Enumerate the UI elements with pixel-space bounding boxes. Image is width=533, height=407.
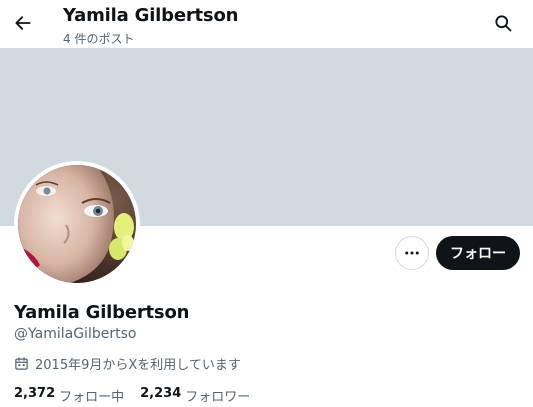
- display-name: Yamila Gilbertson: [14, 302, 190, 323]
- more-options-button[interactable]: [395, 236, 429, 270]
- followers-link[interactable]: 2,234 フォロワー: [140, 386, 250, 405]
- followers-count: 2,234: [140, 386, 182, 401]
- follow-stats: 2,372 フォロー中 2,234 フォロワー: [14, 386, 250, 405]
- top-bar: Yamila Gilbertson 4 件のポスト: [0, 0, 533, 48]
- page-title: Yamila Gilbertson: [63, 5, 239, 26]
- post-count: 4 件のポスト: [63, 32, 135, 46]
- avatar[interactable]: [14, 161, 140, 287]
- following-link[interactable]: 2,372 フォロー中: [14, 386, 124, 405]
- join-date: 2015年9月からXを利用しています: [14, 354, 241, 373]
- follow-button[interactable]: フォロー: [436, 236, 520, 270]
- user-handle: @YamilaGilbertso: [14, 326, 137, 342]
- profile-page: Yamila Gilbertson 4 件のポスト フォロー Yamila Gi…: [0, 0, 533, 407]
- avatar-image: [18, 165, 136, 283]
- followers-label: フォロワー: [185, 390, 251, 405]
- join-date-text: 2015年9月からXを利用しています: [35, 357, 241, 373]
- arrow-left-icon: [15, 16, 31, 30]
- search-button[interactable]: [488, 8, 518, 38]
- back-button[interactable]: [8, 8, 38, 38]
- following-count: 2,372: [14, 386, 56, 401]
- calendar-icon: [15, 356, 28, 370]
- following-label: フォロー中: [59, 390, 125, 405]
- more-horizontal-icon: [405, 251, 419, 255]
- search-icon: [495, 15, 512, 32]
